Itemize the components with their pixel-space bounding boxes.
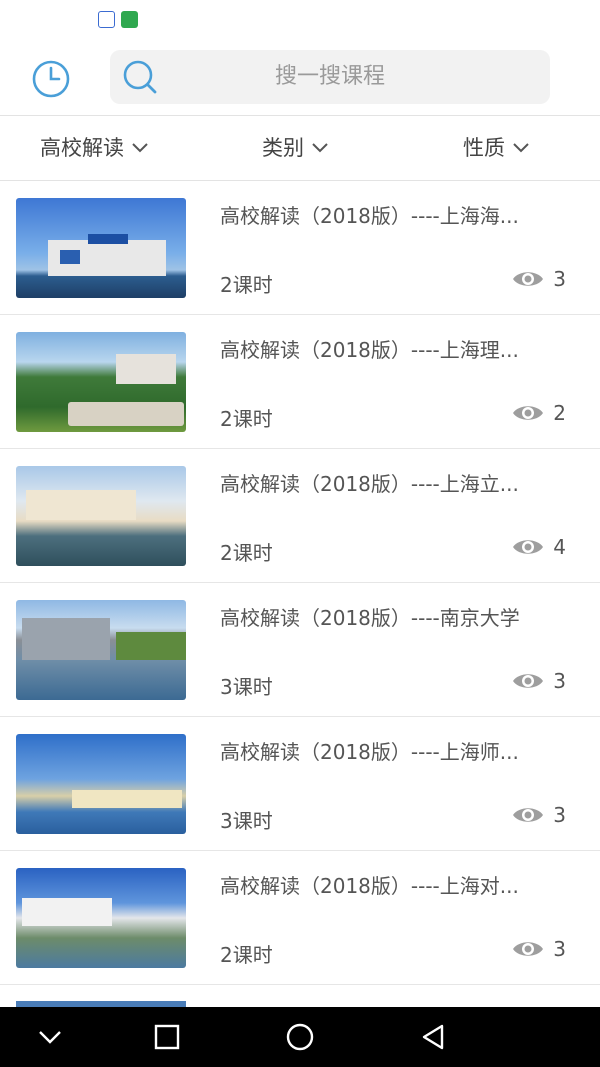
course-title: 高校解读（2018版）----南京大学 <box>220 606 520 630</box>
search-input[interactable]: 搜一搜课程 <box>110 50 550 104</box>
course-hours: 3课时 <box>220 675 273 699</box>
view-count-value: 3 <box>553 803 566 827</box>
status-bar <box>0 0 600 42</box>
view-count: 2 <box>511 401 566 425</box>
view-count-value: 4 <box>553 535 566 559</box>
clock-icon <box>32 60 70 98</box>
chevron-down-icon <box>312 143 328 153</box>
course-hours: 2课时 <box>220 541 273 565</box>
course-list: 高校解读（2018版）----上海海... 2课时 3 高校解读（2018版）-… <box>0 181 600 985</box>
course-item[interactable]: 高校解读（2018版）----上海对... 2课时 3 <box>0 851 600 985</box>
filter-type-dropdown[interactable]: 性质 <box>463 116 529 180</box>
view-count: 4 <box>511 535 566 559</box>
course-title: 高校解读（2018版）----上海理... <box>220 338 519 362</box>
course-title: 高校解读（2018版）----上海对... <box>220 874 519 898</box>
view-count: 3 <box>511 267 566 291</box>
view-count-value: 3 <box>553 267 566 291</box>
eye-icon <box>513 540 544 554</box>
eye-icon <box>513 808 544 822</box>
eye-icon <box>513 406 544 420</box>
view-count: 3 <box>511 937 566 961</box>
course-thumbnail <box>16 332 186 432</box>
course-hours: 2课时 <box>220 407 273 431</box>
course-hours: 2课时 <box>220 943 273 967</box>
nav-collapse-icon[interactable] <box>35 1022 65 1052</box>
course-thumbnail <box>16 734 186 834</box>
filter-label: 高校解读 <box>40 136 124 160</box>
course-thumbnail <box>16 868 186 968</box>
nav-back-icon[interactable] <box>418 1022 448 1052</box>
filter-label: 性质 <box>463 136 505 160</box>
view-count: 3 <box>511 803 566 827</box>
eye-icon <box>513 942 544 956</box>
top-bar: 搜一搜课程 <box>0 42 600 114</box>
course-title: 高校解读（2018版）----上海师... <box>220 740 519 764</box>
system-nav-bar <box>0 1007 600 1067</box>
filter-school-dropdown[interactable]: 高校解读 <box>40 116 148 180</box>
search-placeholder: 搜一搜课程 <box>274 64 385 89</box>
chevron-down-icon <box>132 143 148 153</box>
course-hours: 3课时 <box>220 809 273 833</box>
course-item[interactable]: 高校解读（2018版）----上海海... 2课时 3 <box>0 181 600 315</box>
nav-recents-icon[interactable] <box>152 1022 182 1052</box>
course-title: 高校解读（2018版）----上海立... <box>220 472 519 496</box>
course-item[interactable]: 高校解读（2018版）----上海师... 3课时 3 <box>0 717 600 851</box>
course-title: 高校解读（2018版）----上海海... <box>220 204 519 228</box>
view-count-value: 3 <box>553 937 566 961</box>
filter-bar: 高校解读 类别 性质 <box>0 115 600 181</box>
view-count-value: 2 <box>553 401 566 425</box>
view-count-value: 3 <box>553 669 566 693</box>
filter-label: 类别 <box>262 136 304 160</box>
course-thumbnail <box>16 198 186 298</box>
nav-home-icon[interactable] <box>285 1022 315 1052</box>
course-thumbnail <box>16 600 186 700</box>
history-button[interactable] <box>31 59 71 99</box>
baidu-app-icon <box>98 11 115 28</box>
course-item[interactable]: 高校解读（2018版）----南京大学 3课时 3 <box>0 583 600 717</box>
filter-category-dropdown[interactable]: 类别 <box>262 116 328 180</box>
eye-icon <box>513 674 544 688</box>
course-thumbnail <box>16 466 186 566</box>
chevron-down-icon <box>513 143 529 153</box>
course-item[interactable]: 高校解读（2018版）----上海理... 2课时 2 <box>0 315 600 449</box>
eye-icon <box>513 272 544 286</box>
course-hours: 2课时 <box>220 273 273 297</box>
course-item[interactable]: 高校解读（2018版）----上海立... 2课时 4 <box>0 449 600 583</box>
notification-app-icon <box>121 11 138 28</box>
view-count: 3 <box>511 669 566 693</box>
